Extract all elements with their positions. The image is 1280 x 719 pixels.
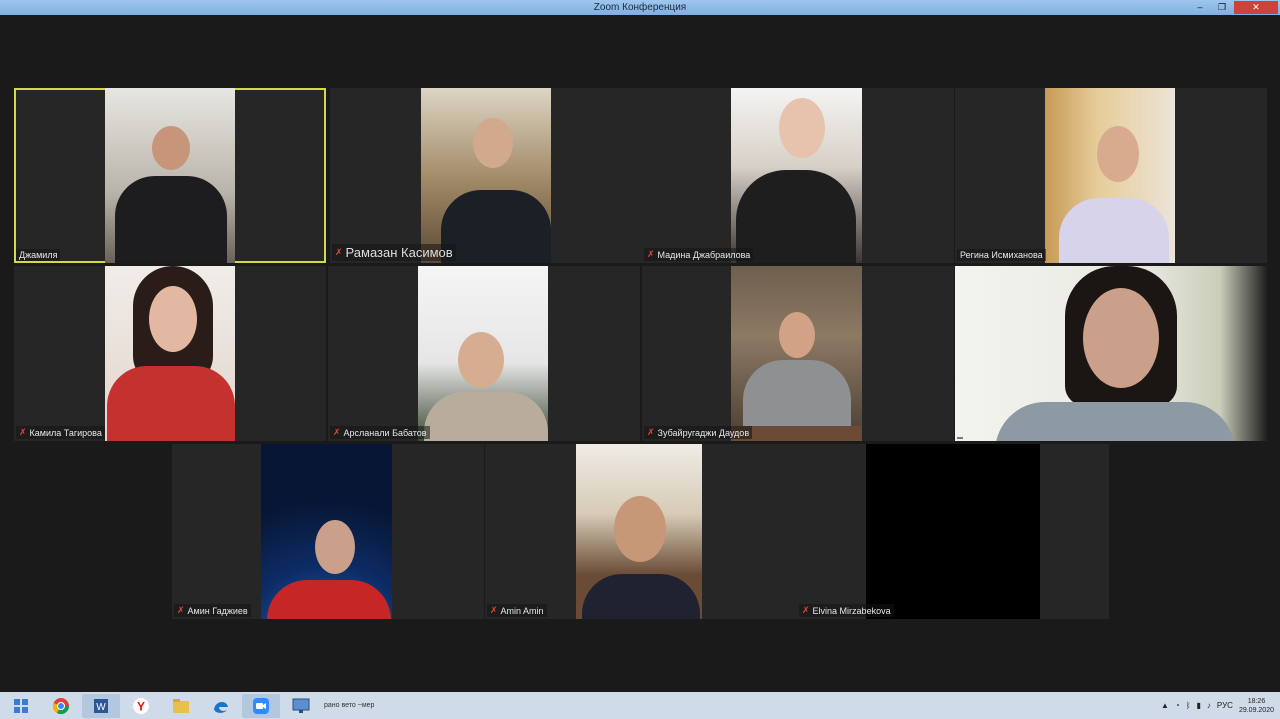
taskbar-chrome[interactable] (42, 694, 80, 718)
zoom-icon (253, 697, 269, 714)
participant-tile-8[interactable] (955, 266, 1267, 441)
screen-icon (292, 698, 310, 713)
minimize-button[interactable]: – (1190, 1, 1210, 14)
participant-tile-9[interactable]: ✗ Амин Гаджиев (172, 444, 484, 619)
participant-tile-3[interactable]: ✗ Мадина Джабраилова (642, 88, 954, 263)
windows-start-icon (14, 698, 28, 713)
video-feed (955, 266, 1267, 441)
window-titlebar: Zoom Конференция – ❐ ✕ (0, 0, 1280, 15)
system-tray: ▲ ◔ ᛒ ▮ ♪ РУС 18:26 29.09.2020 (1161, 692, 1274, 719)
taskbar-edge[interactable] (202, 694, 240, 718)
video-feed (731, 266, 862, 441)
folder-icon (173, 698, 189, 713)
video-feed (1045, 88, 1175, 263)
clock[interactable]: 18:26 29.09.2020 (1239, 697, 1274, 715)
edge-icon (214, 701, 228, 713)
mic-muted-icon: ✗ (335, 247, 343, 257)
participant-tile-6[interactable]: ✗ Арсланали Бабатов (328, 266, 640, 441)
participant-name-label (957, 437, 963, 439)
participant-tile-4[interactable]: Регина Исмиханова (955, 88, 1267, 263)
participant-name: Джамиля (19, 250, 58, 260)
video-feed (105, 88, 235, 263)
windows-taskbar: W Y рано вето ~мер ▲ ◔ ᛒ ▮ ♪ РУС 18:26 2… (0, 692, 1280, 719)
yandex-icon: Y (133, 697, 149, 714)
clock-time: 18:26 (1247, 697, 1266, 705)
maximize-button[interactable]: ❐ (1212, 1, 1232, 14)
window-title: Zoom Конференция (593, 2, 687, 13)
video-feed (576, 444, 702, 619)
volume-icon[interactable]: ♪ (1207, 701, 1211, 710)
participant-name-label: ✗ Амин Гаджиев (174, 604, 251, 617)
participant-name: Амин Гаджиев (187, 605, 248, 616)
participant-name: Камила Тагирова (29, 427, 102, 438)
participant-name-label: ✗ Amin Amin (487, 604, 547, 617)
video-feed (421, 88, 551, 263)
bluetooth-icon[interactable]: ᛒ (1186, 701, 1191, 710)
participant-name-label: ✗ Рамазан Касимов (332, 244, 456, 261)
mic-muted-icon: ✗ (647, 427, 655, 437)
participant-name-label: Джамиля (16, 249, 61, 261)
taskbar-yandex[interactable]: Y (122, 694, 160, 718)
participant-name: Amin Amin (500, 605, 544, 616)
participant-name: Регина Исмиханова (960, 250, 1043, 260)
network-icon[interactable]: ◔ (1175, 701, 1180, 710)
close-button[interactable]: ✕ (1234, 1, 1278, 14)
mic-muted-icon: ✗ (490, 605, 498, 615)
participant-name-label: ✗ Арсланали Бабатов (330, 426, 430, 439)
participant-name: Арсланали Бабатов (343, 427, 427, 438)
taskbar-word[interactable]: W (82, 693, 120, 718)
mic-muted-icon: ✗ (177, 605, 185, 615)
video-feed (418, 266, 548, 441)
chrome-icon (52, 697, 70, 714)
participant-tile-10[interactable]: ✗ Amin Amin (485, 444, 797, 619)
participant-name: Мадина Джабраилова (657, 249, 751, 260)
participant-name: Рамазан Касимов (345, 245, 453, 260)
mic-muted-icon: ✗ (19, 427, 27, 437)
taskbar-screen[interactable] (282, 694, 320, 718)
video-feed (866, 444, 1040, 619)
participant-name-label: ✗ Зубайругаджи Даудов (644, 426, 753, 439)
tray-up-icon[interactable]: ▲ (1161, 701, 1169, 710)
mic-muted-icon: ✗ (333, 427, 341, 437)
mic-muted-icon: ✗ (647, 249, 655, 259)
taskbar-zoom[interactable] (242, 693, 280, 718)
taskbar-explorer[interactable] (162, 694, 200, 718)
video-feed (731, 88, 862, 263)
taskbar-partial-text: рано вето ~мер (324, 702, 375, 709)
participant-tile-2[interactable]: ✗ Рамазан Касимов (330, 88, 642, 263)
participant-tile-7[interactable]: ✗ Зубайругаджи Даудов (642, 266, 954, 441)
participant-tile-5[interactable]: ✗ Камила Тагирова (14, 266, 326, 441)
word-icon: W (94, 698, 108, 713)
video-gallery: Джамиля ✗ Рамазан Касимов ✗ Мадина Джабраи… (0, 15, 1280, 692)
participant-name-label: ✗ Elvina Mirzabekova (799, 604, 894, 617)
participant-tile-11[interactable]: ✗ Elvina Mirzabekova (797, 444, 1109, 619)
svg-text:Y: Y (137, 699, 145, 713)
svg-text:W: W (96, 702, 106, 713)
participant-name-label: ✗ Мадина Джабраилова (644, 248, 754, 261)
participant-name-label: Регина Исмиханова (957, 249, 1046, 261)
video-feed (105, 266, 235, 441)
participant-name: Elvina Mirzabekova (812, 605, 891, 616)
clock-date: 29.09.2020 (1238, 706, 1274, 714)
video-feed (261, 444, 392, 619)
language-indicator[interactable]: РУС (1217, 701, 1233, 710)
participant-name: Зубайругаджи Даудов (657, 427, 750, 438)
participant-tile-1[interactable]: Джамиля (14, 88, 326, 263)
mic-muted-icon: ✗ (802, 605, 810, 615)
start-button[interactable] (2, 694, 40, 718)
signal-icon[interactable]: ▮ (1197, 701, 1201, 710)
participant-name-label: ✗ Камила Тагирова (16, 426, 105, 439)
